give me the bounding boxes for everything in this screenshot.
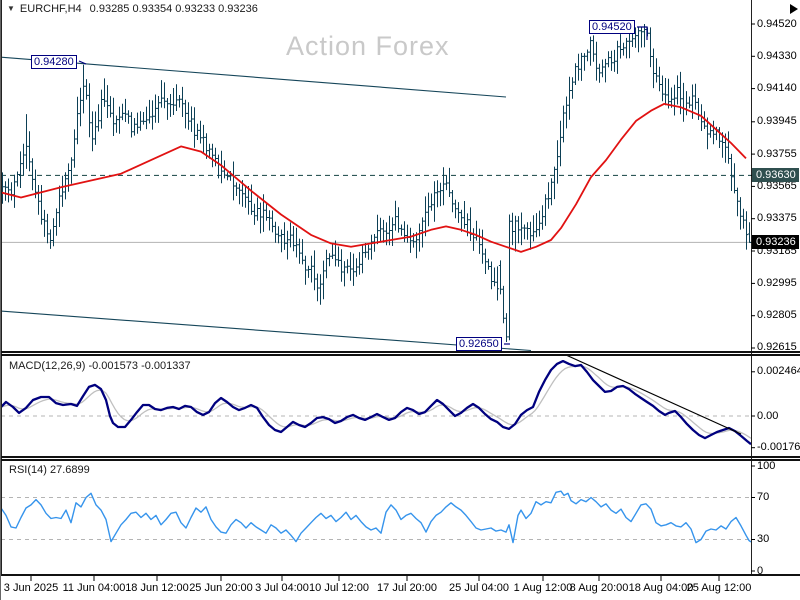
chart-window: ▼ EURCHF,H4 0.93285 0.93354 0.93233 0.9323… xyxy=(0,0,800,600)
panel-separator-1[interactable] xyxy=(1,351,800,353)
symbol-dropdown-icon[interactable]: ▼ xyxy=(7,4,15,13)
axis-tick-label: 0.92995 xyxy=(757,276,797,289)
axis-tick-label: 70 xyxy=(757,491,770,503)
symbol-title: EURCHF,H4 xyxy=(19,3,82,15)
time-axis-label: 25 Jul 04:00 xyxy=(449,582,509,594)
time-axis-label: 3 Jul 04:00 xyxy=(255,582,309,594)
rsi-indicator-label: RSI(14) 27.6899 xyxy=(9,464,90,476)
axis-tick-label: 0.94140 xyxy=(757,82,797,95)
axis-tick-label: 0.92615 xyxy=(757,341,797,354)
axis-tick-label: 0.93945 xyxy=(757,115,797,128)
price-bars-series xyxy=(1,24,752,342)
axis-tick-label: 0.002464 xyxy=(757,365,800,378)
time-axis-label: 18 Jun 12:00 xyxy=(125,582,189,594)
bottom-axis-line xyxy=(1,574,800,576)
axis-tick-label: -0.001766 xyxy=(757,441,800,454)
time-axis-label: 25 Jun 20:00 xyxy=(189,582,253,594)
symbol-ohlc-quote: 0.93285 0.93354 0.93233 0.93236 xyxy=(89,3,258,15)
panel-separator-2[interactable] xyxy=(1,456,800,458)
time-axis-label: 8 Aug 20:00 xyxy=(569,582,629,594)
axis-tick-label: 0.93375 xyxy=(757,212,797,225)
chart-canvas[interactable] xyxy=(1,0,800,600)
axis-tick-label: 0 xyxy=(757,564,764,577)
axis-tick-label: 0.94330 xyxy=(757,49,797,62)
ma-line[interactable] xyxy=(1,103,747,253)
time-axis-label: 11 Jun 04:00 xyxy=(62,582,126,594)
macd-line[interactable] xyxy=(1,359,752,446)
price-axis-tag: 0.93630 xyxy=(752,168,799,183)
time-axis-label: 1 Aug 12:00 xyxy=(513,582,573,594)
macd-trendline[interactable] xyxy=(565,354,742,435)
time-axis-label: 25 Aug 12:00 xyxy=(686,582,752,594)
axis-tick-label: 0.94520 xyxy=(757,17,797,30)
price-callout[interactable]: 0.94280 xyxy=(31,55,77,69)
chart-header: ▼ EURCHF,H4 0.93285 0.93354 0.93233 0.9323… xyxy=(7,3,258,15)
time-axis-label: 18 Aug 04:00 xyxy=(628,582,694,594)
time-axis-label: 17 Jul 20:00 xyxy=(377,582,437,594)
macd-signal-line[interactable] xyxy=(1,365,752,439)
price-callout[interactable]: 0.92650 xyxy=(456,337,502,351)
axis-tick-label: 0.93755 xyxy=(757,147,797,160)
time-axis-label: 10 Jul 12:00 xyxy=(309,582,369,594)
axis-tick-label: 0.92805 xyxy=(757,309,797,322)
price-callout[interactable]: 0.94520 xyxy=(589,20,635,34)
time-axis-label: 3 Jun 2025 xyxy=(3,582,59,594)
chart-shift-marker[interactable] xyxy=(790,4,798,14)
trendline-lower[interactable] xyxy=(1,310,532,352)
rsi-line[interactable] xyxy=(1,490,752,544)
axis-tick-label: 100 xyxy=(757,459,776,472)
watermark: Action Forex xyxy=(286,31,450,61)
axis-tick-label: 30 xyxy=(757,533,770,545)
axis-tick-label: 0.00 xyxy=(757,409,779,422)
price-axis-tag: 0.93236 xyxy=(752,235,799,250)
macd-indicator-label: MACD(12,26,9) -0.001573 -0.001337 xyxy=(9,360,191,372)
panel-separator-2[interactable] xyxy=(1,459,800,461)
panel-separator-1[interactable] xyxy=(1,354,800,356)
